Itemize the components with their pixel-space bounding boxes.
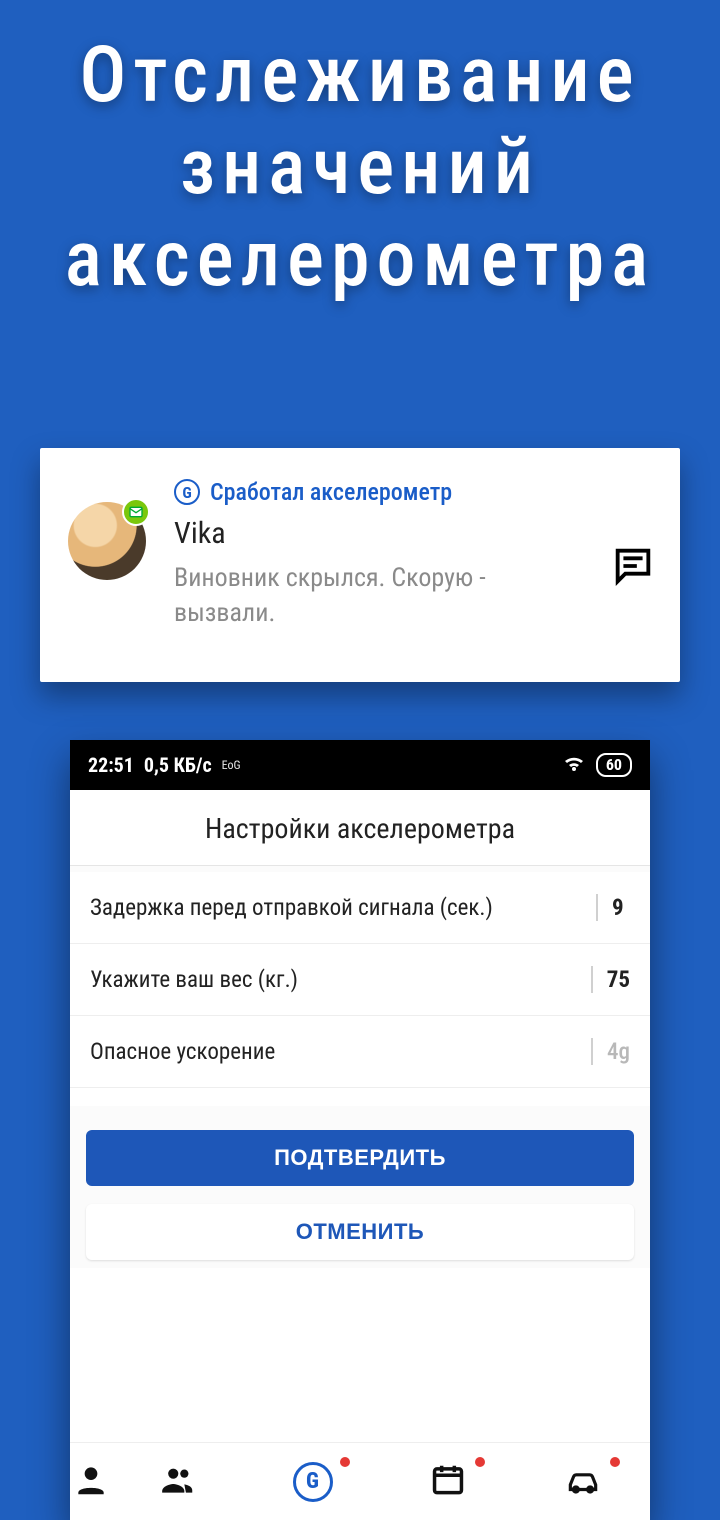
setting-acceleration[interactable]: Опасное ускорение 4g [70,1016,650,1088]
setting-acceleration-label: Опасное ускорение [90,1038,275,1065]
setting-weight-label: Укажите ваш вес (кг.) [90,966,298,993]
setting-delay[interactable]: Задержка перед отправкой сигнала (сек.) … [70,872,650,944]
status-time: 22:51 [88,753,134,777]
notification-body: G Сработал акселерометр Vika Виновник ск… [146,478,602,631]
cancel-button[interactable]: ОТМЕНИТЬ [86,1204,634,1260]
heading-line-1: Отслеживание [0,30,720,122]
nav-car[interactable] [515,1443,650,1520]
settings-list: Задержка перед отправкой сигнала (сек.) … [70,866,650,1088]
app-g-icon: G [174,479,200,505]
reply-button[interactable] [610,543,656,593]
notification-message: Виновник скрылся. Скорую - вызвали. [174,561,554,631]
nav-calendar[interactable] [380,1443,515,1520]
heading-line-2: значений [0,122,720,214]
notification-header: G Сработал акселерометр [174,478,602,506]
notification-card[interactable]: G Сработал акселерометр Vika Виновник ск… [40,448,680,682]
confirm-button[interactable]: ПОДТВЕРДИТЬ [86,1130,634,1186]
calendar-icon [429,1461,467,1503]
wifi-icon [562,751,586,780]
notification-sender: Vika [174,516,602,551]
nav-people[interactable] [110,1443,245,1520]
button-area: ПОДТВЕРДИТЬ ОТМЕНИТЬ [70,1106,650,1268]
status-tag: EoG [222,758,241,772]
nav-home[interactable]: G [245,1443,380,1520]
car-icon [564,1461,602,1503]
setting-acceleration-value: 4g [591,1038,630,1065]
chat-icon [610,574,656,593]
nav-profile[interactable] [70,1443,110,1520]
message-badge-icon [122,498,150,526]
notification-header-text: Сработал акселерометр [210,478,452,506]
heading-line-3: акселерометра [0,214,720,306]
setting-weight-value: 75 [591,966,630,993]
setting-weight[interactable]: Укажите ваш вес (кг.) 75 [70,944,650,1016]
notification-dot-icon [610,1457,620,1467]
status-net-speed: 0,5 КБ/с [144,753,212,777]
battery-indicator: 60 [596,753,632,777]
screen-title: Настройки акселерометра [70,790,650,866]
notification-dot-icon [475,1457,485,1467]
people-icon [159,1461,197,1503]
status-bar: 22:51 0,5 КБ/с EoG 60 [70,740,650,790]
setting-delay-value: 9 [596,894,630,921]
notification-dot-icon [340,1457,350,1467]
bottom-nav: G [70,1442,650,1520]
phone-frame: 22:51 0,5 КБ/с EoG 60 Настройки акселеро… [70,740,650,1520]
promo-heading: Отслеживание значений акселерометра [0,0,720,306]
avatar-wrap [68,502,146,580]
setting-delay-label: Задержка перед отправкой сигнала (сек.) [90,894,493,921]
g-logo-icon: G [293,1462,333,1502]
person-icon [72,1461,110,1503]
